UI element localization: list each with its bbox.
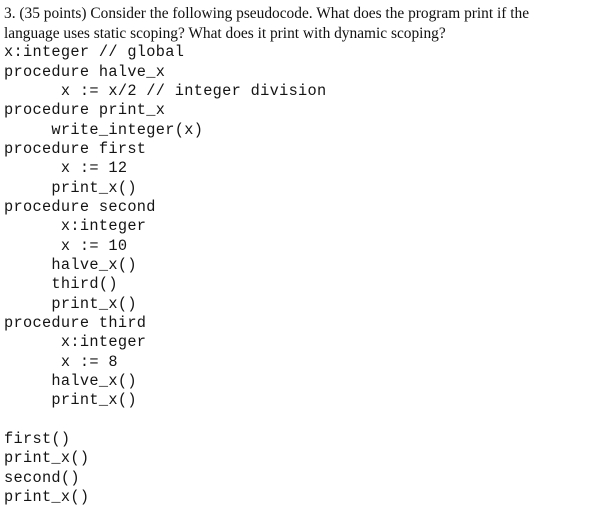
code-line: x:integer (4, 333, 147, 352)
code-line: write_integer(x) (4, 120, 204, 139)
code-line: print_x() (4, 294, 137, 313)
code-line: x := 10 (4, 236, 128, 255)
code-line: third() (4, 275, 118, 294)
code-line: print_x() (4, 488, 90, 507)
code-line: procedure first (4, 139, 147, 158)
code-line: print_x() (4, 391, 137, 410)
document-page: 3. (35 points) Consider the following ps… (0, 0, 597, 507)
code-line: x := 12 (4, 159, 128, 178)
question-prompt: 3. (35 points) Consider the following ps… (4, 5, 530, 42)
code-line: halve_x() (4, 255, 137, 274)
code-line: x:integer (4, 217, 147, 236)
pseudocode-listing: x:integer // global procedure halve_x x :… (4, 43, 597, 507)
code-line: x := 8 (4, 352, 118, 371)
code-line: print_x() (4, 449, 90, 468)
code-line: procedure third (4, 314, 147, 332)
code-line: procedure second (4, 197, 156, 216)
code-line: x := x/2 // integer division (4, 81, 327, 100)
code-line: halve_x() (4, 372, 137, 391)
code-line: first() (4, 430, 71, 449)
code-line: procedure print_x (4, 101, 166, 120)
code-line: x:integer // global (4, 43, 185, 62)
code-line: print_x() (4, 178, 137, 197)
code-line: procedure halve_x (4, 62, 166, 81)
code-line: second() (4, 468, 80, 487)
